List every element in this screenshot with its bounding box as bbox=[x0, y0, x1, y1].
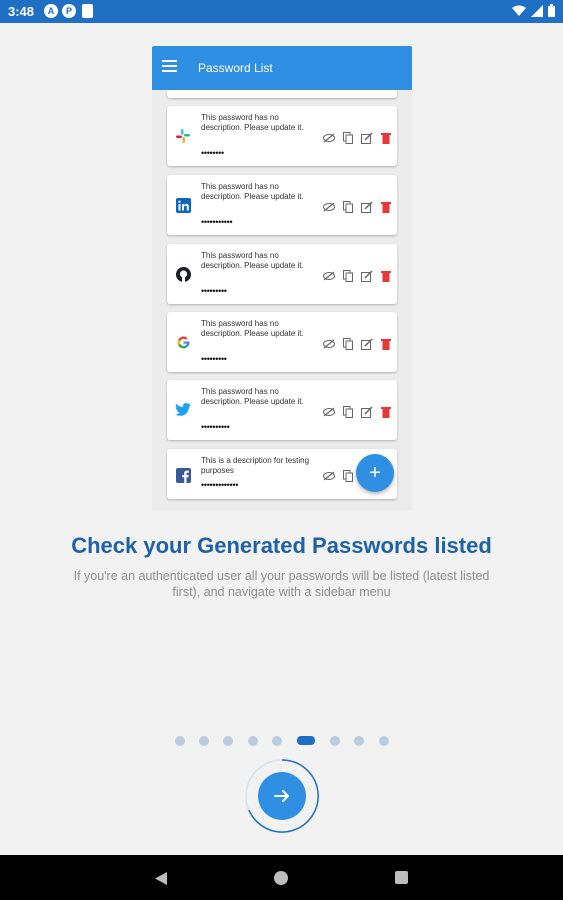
edit-icon bbox=[360, 131, 373, 144]
system-icons bbox=[512, 4, 555, 17]
delete-icon bbox=[379, 131, 392, 144]
google-icon bbox=[175, 334, 191, 350]
delete-icon bbox=[379, 269, 392, 282]
facebook-icon bbox=[175, 467, 191, 483]
app-screenshot-mockup: Password List This password has no descr… bbox=[152, 46, 412, 511]
hide-password-icon bbox=[322, 131, 335, 144]
hide-password-icon bbox=[322, 269, 335, 282]
card-description: This password has no description. Please… bbox=[201, 387, 304, 406]
list-item-partial bbox=[167, 90, 397, 98]
password-card: This password has no description. Please… bbox=[167, 244, 397, 304]
copy-icon bbox=[341, 469, 354, 482]
card-actions bbox=[322, 131, 392, 144]
card-description: This password has no description. Please… bbox=[201, 319, 304, 338]
copy-icon bbox=[341, 405, 354, 418]
hide-password-icon bbox=[322, 337, 335, 350]
page-dot[interactable] bbox=[354, 736, 364, 746]
onboarding-title: Check your Generated Passwords listed bbox=[71, 533, 492, 558]
wifi-icon bbox=[512, 5, 526, 16]
battery-icon bbox=[548, 4, 555, 17]
mockup-app-bar: Password List bbox=[152, 46, 412, 90]
card-description: This is a description for testing purpos… bbox=[201, 456, 310, 475]
card-description: This password has no description. Please… bbox=[201, 251, 304, 270]
page-dot[interactable] bbox=[199, 736, 209, 746]
home-icon[interactable] bbox=[274, 871, 288, 885]
onboarding-subtitle: If you're an authenticated user all your… bbox=[73, 569, 490, 599]
password-card: This password has no description. Please… bbox=[167, 380, 397, 440]
page-dot[interactable] bbox=[272, 736, 282, 746]
slack-icon bbox=[175, 128, 191, 144]
delete-icon bbox=[379, 200, 392, 213]
page-indicator bbox=[0, 736, 563, 746]
copy-icon bbox=[341, 337, 354, 350]
copy-icon bbox=[341, 269, 354, 282]
card-actions bbox=[322, 405, 392, 418]
page-dot[interactable] bbox=[223, 736, 233, 746]
card-password: ••••••••••• bbox=[201, 217, 233, 227]
back-icon[interactable] bbox=[155, 872, 167, 885]
system-navigation-bar bbox=[0, 855, 563, 900]
twitter-icon bbox=[175, 402, 191, 418]
card-actions bbox=[322, 200, 392, 213]
copy-icon bbox=[341, 131, 354, 144]
hide-password-icon bbox=[322, 405, 335, 418]
notification-icons: A P bbox=[44, 4, 93, 18]
edit-icon bbox=[360, 337, 373, 350]
page-dot[interactable] bbox=[175, 736, 185, 746]
hide-password-icon bbox=[322, 469, 335, 482]
card-password: ••••••••• bbox=[201, 354, 227, 364]
delete-icon bbox=[379, 337, 392, 350]
arrow-right-icon bbox=[274, 790, 289, 802]
password-card: This password has no description. Please… bbox=[167, 312, 397, 372]
hide-password-icon bbox=[322, 200, 335, 213]
edit-icon bbox=[360, 200, 373, 213]
password-card: This password has no description. Please… bbox=[167, 106, 397, 166]
edit-icon bbox=[360, 405, 373, 418]
recent-apps-icon[interactable] bbox=[395, 871, 408, 884]
notification-a-icon: A bbox=[44, 4, 58, 18]
hamburger-menu-icon bbox=[162, 60, 177, 73]
page-dot[interactable] bbox=[379, 736, 389, 746]
card-password: ••••••••• bbox=[201, 286, 227, 296]
card-actions bbox=[322, 469, 354, 482]
status-time: 3:48 bbox=[8, 4, 35, 19]
card-description: This password has no description. Please… bbox=[201, 182, 304, 201]
card-actions bbox=[322, 337, 392, 350]
page-dot[interactable] bbox=[248, 736, 258, 746]
page-dot[interactable] bbox=[330, 736, 340, 746]
sim-card-icon bbox=[82, 4, 93, 18]
card-password: ••••••••••••• bbox=[201, 480, 239, 490]
status-bar: 3:48 A P bbox=[0, 0, 563, 23]
edit-icon bbox=[360, 269, 373, 282]
next-button[interactable] bbox=[258, 772, 306, 820]
signal-icon bbox=[531, 4, 543, 17]
password-card: This password has no description. Please… bbox=[167, 175, 397, 235]
card-password: •••••••••• bbox=[201, 422, 230, 432]
mockup-title: Password List bbox=[198, 61, 273, 75]
github-icon bbox=[175, 266, 191, 282]
linkedin-icon bbox=[175, 197, 191, 213]
notification-p-icon: P bbox=[62, 4, 76, 18]
page-dot-active[interactable] bbox=[297, 736, 315, 745]
copy-icon bbox=[341, 200, 354, 213]
card-password: •••••••• bbox=[201, 148, 224, 158]
card-actions bbox=[322, 269, 392, 282]
card-description: This password has no description. Please… bbox=[201, 113, 304, 132]
delete-icon bbox=[379, 405, 392, 418]
add-password-fab-icon: + bbox=[356, 454, 394, 492]
